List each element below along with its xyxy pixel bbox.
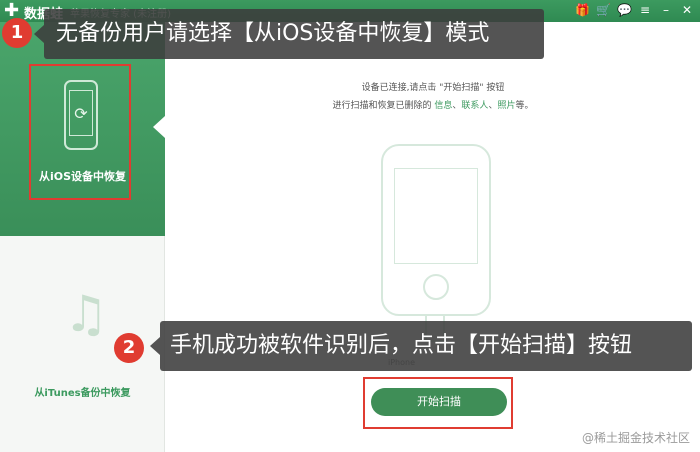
step-badge-2: 2 <box>114 333 144 363</box>
titlebar-icons: 🎁 🛒 💬 ≡ – ✕ <box>575 3 694 17</box>
highlight-box-start <box>363 377 513 429</box>
instruction-line-1: 设备已连接,请点击 "开始扫描" 按钮 <box>361 83 505 93</box>
step-badge-1: 1 <box>2 18 32 48</box>
link-contacts[interactable]: 联系人 <box>461 101 488 111</box>
phone-screen <box>394 168 478 264</box>
phone-illustration <box>381 144 491 316</box>
highlight-box-ios <box>29 64 131 200</box>
cart-icon[interactable]: 🛒 <box>596 3 611 17</box>
sidebar-item-label: 从iTunes备份中恢复 <box>34 388 131 399</box>
minimize-icon[interactable]: – <box>659 3 673 17</box>
gift-icon[interactable]: 🎁 <box>575 3 590 17</box>
link-photos[interactable]: 照片 <box>497 101 515 111</box>
home-button-icon <box>423 274 449 300</box>
link-messages[interactable]: 信息 <box>434 101 452 111</box>
instruction-line-2: 进行扫描和恢复已删除的 信息、联系人、照片等。 <box>332 101 534 111</box>
watermark: @稀土掘金技术社区 <box>581 431 690 445</box>
menu-icon[interactable]: ≡ <box>638 3 652 17</box>
music-note-icon: ♫ <box>63 285 109 343</box>
close-icon[interactable]: ✕ <box>680 3 694 17</box>
selection-pointer <box>153 116 165 138</box>
callout-step-1: 无备份用户请选择【从iOS设备中恢复】模式 <box>44 9 544 59</box>
chat-icon[interactable]: 💬 <box>617 3 632 17</box>
callout-step-2: 手机成功被软件识别后，点击【开始扫描】按钮 <box>160 321 692 371</box>
